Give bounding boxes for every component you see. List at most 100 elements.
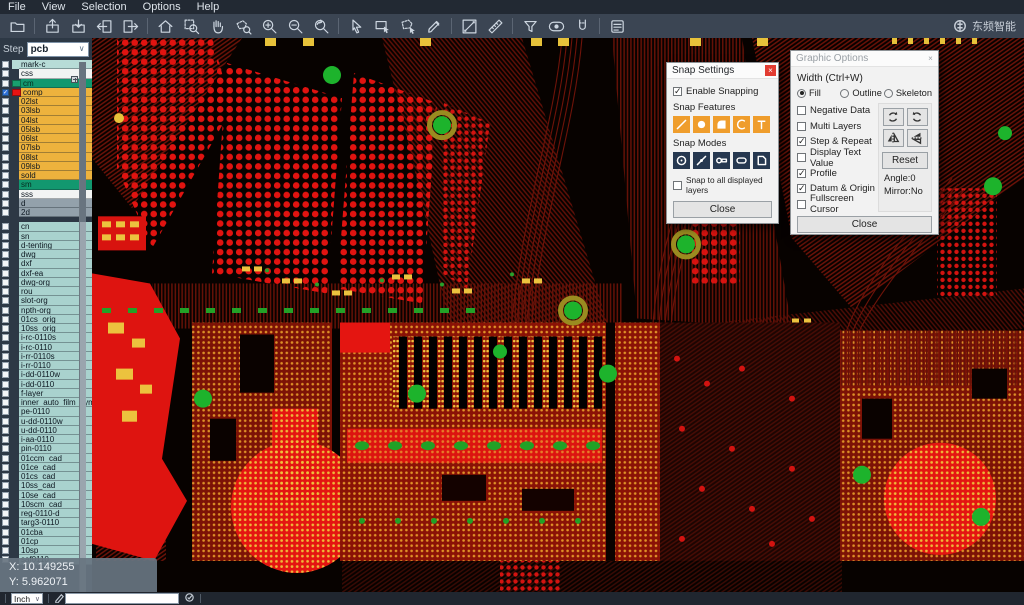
mirror-horizontal-button[interactable] bbox=[883, 129, 904, 147]
checkbox[interactable] bbox=[797, 106, 806, 115]
layer-checkbox[interactable] bbox=[2, 482, 9, 489]
snap-close-button[interactable]: Close bbox=[673, 201, 772, 218]
layer-checkbox[interactable] bbox=[2, 144, 9, 151]
load-left-icon[interactable] bbox=[91, 15, 117, 37]
layer-checkbox[interactable] bbox=[2, 519, 9, 526]
checkbox[interactable] bbox=[797, 184, 806, 193]
layer-checkbox[interactable] bbox=[2, 455, 9, 462]
layer-checkbox[interactable] bbox=[2, 473, 9, 480]
snap-all-layers-row[interactable]: Snap to all displayed layers bbox=[673, 175, 772, 195]
layer-checkbox[interactable] bbox=[2, 547, 9, 554]
layer-checkbox[interactable] bbox=[2, 501, 9, 508]
layer-checkbox[interactable] bbox=[2, 61, 9, 68]
layer-checkbox[interactable] bbox=[2, 445, 9, 452]
layer-checkbox[interactable] bbox=[2, 381, 9, 388]
eye-icon[interactable] bbox=[543, 15, 569, 37]
close-icon[interactable] bbox=[925, 53, 936, 64]
layer-checkbox[interactable] bbox=[2, 538, 9, 545]
layer-checkbox[interactable] bbox=[2, 89, 9, 96]
check-multi-layers[interactable]: Multi Layers bbox=[797, 119, 876, 135]
layer-checkbox[interactable] bbox=[2, 279, 9, 286]
step-select[interactable]: pcb ∨ bbox=[27, 42, 89, 57]
layer-checkbox[interactable] bbox=[2, 492, 9, 499]
snap-polygon-icon[interactable] bbox=[753, 152, 770, 169]
snap-slot-icon[interactable] bbox=[733, 152, 750, 169]
layer-checkbox[interactable] bbox=[2, 316, 9, 323]
layer-checkbox[interactable] bbox=[2, 418, 9, 425]
panel-icon[interactable] bbox=[604, 15, 630, 37]
graphic-close-button[interactable]: Close bbox=[797, 216, 932, 233]
import-down-icon[interactable] bbox=[65, 15, 91, 37]
menu-file[interactable]: File bbox=[0, 0, 34, 14]
layer-checkbox[interactable] bbox=[2, 390, 9, 397]
checkbox[interactable] bbox=[797, 122, 806, 131]
snap-pad-icon[interactable] bbox=[693, 116, 710, 133]
apply-icon[interactable] bbox=[184, 592, 195, 605]
snap-text-icon[interactable] bbox=[753, 116, 770, 133]
import-up-icon[interactable] bbox=[39, 15, 65, 37]
checkbox[interactable] bbox=[797, 137, 806, 146]
layer-checkbox[interactable] bbox=[2, 334, 9, 341]
layer-checkbox[interactable] bbox=[2, 209, 9, 216]
layer-checkbox[interactable] bbox=[2, 362, 9, 369]
close-icon[interactable] bbox=[765, 65, 776, 76]
select-polygon-icon[interactable] bbox=[395, 15, 421, 37]
layer-checkbox[interactable] bbox=[2, 200, 9, 207]
snap-dialog-titlebar[interactable]: Snap Settings bbox=[667, 63, 778, 79]
layer-checkbox[interactable] bbox=[2, 270, 9, 277]
layer-checkbox[interactable] bbox=[2, 181, 9, 188]
graphic-dialog-titlebar[interactable]: Graphic Options bbox=[791, 51, 938, 67]
zoom-previous-icon[interactable] bbox=[308, 15, 334, 37]
home-icon[interactable] bbox=[152, 15, 178, 37]
snap-surface-icon[interactable] bbox=[713, 116, 730, 133]
zoom-window-icon[interactable] bbox=[178, 15, 204, 37]
zoom-polygon-icon[interactable] bbox=[230, 15, 256, 37]
layer-checkbox[interactable] bbox=[2, 307, 9, 314]
layer-checkbox[interactable] bbox=[2, 172, 9, 179]
layer-checkbox[interactable] bbox=[2, 260, 9, 267]
filter-icon[interactable] bbox=[517, 15, 543, 37]
rotate-cw-button[interactable] bbox=[883, 108, 904, 126]
layer-checkbox[interactable] bbox=[2, 371, 9, 378]
zoom-in-icon[interactable] bbox=[256, 15, 282, 37]
check-display-text-value[interactable]: Display Text Value bbox=[797, 150, 876, 166]
snap-magnet-icon[interactable] bbox=[569, 15, 595, 37]
layer-list-scrollbar[interactable] bbox=[79, 62, 86, 594]
layer-checkbox[interactable] bbox=[2, 163, 9, 170]
snap-center-icon[interactable] bbox=[673, 152, 690, 169]
line-tool-icon[interactable] bbox=[456, 15, 482, 37]
layer-checkbox[interactable] bbox=[2, 107, 9, 114]
pan-hand-icon[interactable] bbox=[204, 15, 230, 37]
layer-checkbox[interactable] bbox=[2, 135, 9, 142]
layer-checkbox[interactable] bbox=[2, 529, 9, 536]
layer-grid-icon[interactable] bbox=[71, 76, 78, 83]
layer-checkbox[interactable] bbox=[2, 70, 9, 77]
layer-checkbox[interactable] bbox=[2, 325, 9, 332]
check-fullscreen-cursor[interactable]: Fullscreen Cursor bbox=[797, 197, 876, 213]
rotate-ccw-button[interactable] bbox=[907, 108, 928, 126]
layer-checkbox[interactable] bbox=[2, 191, 9, 198]
snap-all-layers-checkbox[interactable] bbox=[673, 181, 682, 190]
snap-key-icon[interactable] bbox=[713, 152, 730, 169]
layer-checkbox[interactable] bbox=[2, 233, 9, 240]
menu-options[interactable]: Options bbox=[135, 0, 189, 14]
checkbox[interactable] bbox=[797, 153, 806, 162]
check-negative-data[interactable]: Negative Data bbox=[797, 103, 876, 119]
layer-checkbox[interactable] bbox=[2, 353, 9, 360]
enable-snapping-checkbox[interactable] bbox=[673, 87, 682, 96]
layer-checkbox[interactable] bbox=[2, 117, 9, 124]
layer-checkbox[interactable] bbox=[2, 98, 9, 105]
zoom-out-icon[interactable] bbox=[282, 15, 308, 37]
radio-outline[interactable]: Outline bbox=[840, 88, 883, 98]
enable-snapping-row[interactable]: Enable Snapping bbox=[673, 86, 772, 97]
layer-checkbox[interactable] bbox=[2, 251, 9, 258]
layer-checkbox[interactable] bbox=[2, 297, 9, 304]
measure-tool-icon[interactable] bbox=[482, 15, 508, 37]
select-rect-icon[interactable] bbox=[369, 15, 395, 37]
layer-checkbox[interactable] bbox=[2, 464, 9, 471]
layer-checkbox[interactable] bbox=[2, 510, 9, 517]
layer-checkbox[interactable] bbox=[2, 154, 9, 161]
radio-fill[interactable]: Fill bbox=[797, 88, 840, 98]
menu-selection[interactable]: Selection bbox=[73, 0, 134, 14]
reset-button[interactable]: Reset bbox=[882, 152, 928, 169]
